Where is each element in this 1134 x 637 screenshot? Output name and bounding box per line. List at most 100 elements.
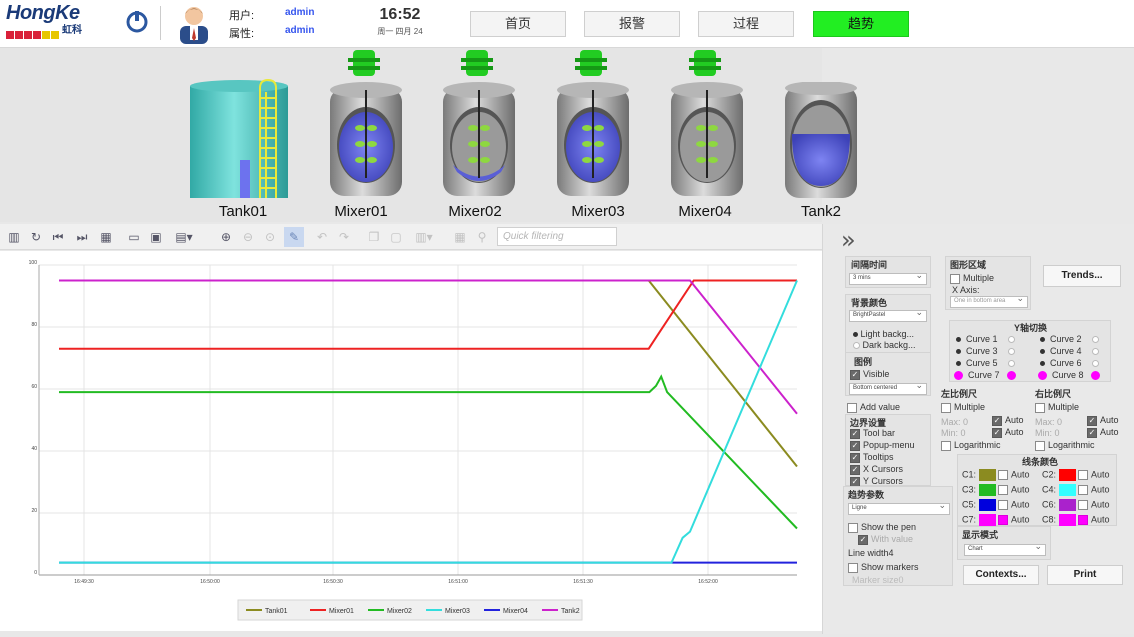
legend-label: Mixer03 <box>445 608 470 615</box>
curve-3[interactable]: Curve 3 <box>956 346 1015 356</box>
curve-4[interactable]: Curve 4 <box>1040 346 1099 356</box>
mixer01-graphic[interactable] <box>328 50 404 202</box>
interval-select[interactable]: 3 mins <box>849 271 927 285</box>
swatch-c1[interactable] <box>978 469 996 481</box>
curve-5[interactable]: Curve 5 <box>956 358 1015 368</box>
curve-7[interactable]: Curve 7 <box>954 370 1017 381</box>
step-forward-icon[interactable]: ⏭ <box>72 227 92 247</box>
curve-2[interactable]: Curve 2 <box>1040 334 1099 344</box>
copy-icon[interactable]: ❐ <box>364 227 384 247</box>
opt-popup[interactable]: ✓ Popup-menu <box>850 440 915 451</box>
color-c3[interactable]: C3: Auto <box>962 484 1030 496</box>
add-value[interactable]: Add value <box>847 402 900 413</box>
contexts-button[interactable]: Contexts... <box>963 565 1039 585</box>
xaxis-select[interactable]: One in bottom area <box>950 294 1028 308</box>
nav-alarm[interactable]: 报警 <box>584 11 680 37</box>
swatch-c5[interactable] <box>978 499 996 511</box>
color-c5[interactable]: C5: Auto <box>962 499 1030 511</box>
equipment-area: Tank01 Mixer01 Mixer02 Mixer03 Mixer04 T… <box>0 48 857 222</box>
table-icon[interactable]: ▦ <box>450 227 470 247</box>
nav-trend[interactable]: 趋势 <box>813 11 909 37</box>
curve-8[interactable]: Curve 8 <box>1038 370 1101 381</box>
calendar-icon[interactable]: ▦ <box>96 227 116 247</box>
swatch-c2[interactable] <box>1058 469 1076 481</box>
left-log[interactable]: Logarithmic <box>941 440 1001 451</box>
nav-home[interactable]: 首页 <box>470 11 566 37</box>
legend-visible[interactable]: ✓ Visible <box>850 369 889 380</box>
color-c8[interactable]: C8: Auto <box>1042 514 1110 526</box>
label-tank01: Tank01 <box>218 203 268 220</box>
light-bg-radio[interactable]: Light backg... <box>853 329 914 339</box>
x-tick-label: 16:50:00 <box>200 579 220 585</box>
left-multiple[interactable]: Multiple <box>941 402 985 413</box>
tank2-graphic[interactable] <box>783 82 859 202</box>
trend-select[interactable]: Ligne <box>848 501 950 515</box>
mixer03-graphic[interactable] <box>555 50 631 202</box>
collapse-icon[interactable]: » <box>841 226 856 254</box>
show-markers[interactable]: Show markers <box>848 562 919 573</box>
swatch-c4[interactable] <box>1058 484 1076 496</box>
trends-button[interactable]: Trends... <box>1043 265 1121 287</box>
tank01-graphic[interactable] <box>188 78 290 202</box>
swatch-c6[interactable] <box>1058 499 1076 511</box>
paste-icon[interactable]: ▢ <box>386 227 406 247</box>
color-c1[interactable]: C1: Auto <box>962 469 1030 481</box>
quick-filter-input[interactable]: Quick filtering <box>497 227 617 246</box>
y-tick-label: 0 <box>34 570 37 576</box>
opt-xcursors[interactable]: ✓ X Cursors <box>850 464 903 475</box>
pause-icon[interactable]: ▥ <box>4 227 24 247</box>
step-back-icon[interactable]: ⏮ <box>48 227 68 247</box>
swatch-c8[interactable] <box>1058 514 1076 526</box>
color-c4[interactable]: C4: Auto <box>1042 484 1110 496</box>
zoom-in-icon[interactable]: ⊕ <box>216 227 236 247</box>
legend-pos-select[interactable]: Bottom centered <box>849 381 927 395</box>
legend-label: Mixer01 <box>329 608 354 615</box>
open-icon[interactable]: ▭ <box>124 227 144 247</box>
color-c7[interactable]: C7: Auto <box>962 514 1030 526</box>
right-max-auto[interactable]: ✓ Auto <box>1087 415 1119 426</box>
trend-chart[interactable]: 16:49:30 16:50:00 16:50:30 16:51:00 16:51:30… <box>0 251 822 631</box>
print-button[interactable]: Print <box>1047 565 1123 585</box>
dark-bg-radio[interactable]: Dark backg... <box>853 340 916 350</box>
curve-6[interactable]: Curve 6 <box>1040 358 1099 368</box>
avatar[interactable] <box>174 2 214 44</box>
nav-process[interactable]: 过程 <box>698 11 794 37</box>
opt-tooltips[interactable]: ✓ Tooltips <box>850 452 894 463</box>
interval-group: 间隔时间 3 mins <box>845 256 931 288</box>
curve-1[interactable]: Curve 1 <box>956 334 1015 344</box>
right-min-auto[interactable]: ✓ Auto <box>1087 427 1119 438</box>
zoom-reset-icon[interactable]: ⊙ <box>260 227 280 247</box>
area-multiple[interactable]: Multiple <box>950 273 994 284</box>
swatch-c7[interactable] <box>978 514 996 526</box>
opt-toolbar[interactable]: ✓ Tool bar <box>850 428 895 439</box>
right-multiple[interactable]: Multiple <box>1035 402 1079 413</box>
filter-icon[interactable]: ⚲ <box>472 227 492 247</box>
left-min: Min: 0 <box>941 428 966 438</box>
refresh-icon[interactable]: ↻ <box>26 227 46 247</box>
pen-icon[interactable]: ✎ <box>284 227 304 247</box>
color-c2[interactable]: C2: Auto <box>1042 469 1110 481</box>
save-icon[interactable]: ▣ <box>146 227 166 247</box>
color-c6[interactable]: C6: Auto <box>1042 499 1110 511</box>
layout-icon[interactable]: ▥▾ <box>414 227 434 247</box>
line-width: Line width4 <box>848 548 894 558</box>
clock-date: 周一 四月 24 <box>377 27 423 36</box>
swatch-c3[interactable] <box>978 484 996 496</box>
with-value[interactable]: ✓ With value <box>858 534 913 545</box>
bg-select[interactable]: BrightPastel <box>849 308 927 322</box>
undo-icon[interactable]: ↶ <box>312 227 332 247</box>
trend-param-title: 趋势参数 <box>848 490 885 500</box>
show-pen[interactable]: Show the pen <box>848 522 916 533</box>
mixer02-graphic[interactable] <box>441 50 517 202</box>
left-min-auto[interactable]: ✓ Auto <box>992 427 1024 438</box>
clock-time: 16:52 <box>379 6 421 23</box>
line-color-title: 线条颜色 <box>1022 457 1059 467</box>
power-icon[interactable] <box>124 9 150 35</box>
right-log[interactable]: Logarithmic <box>1035 440 1095 451</box>
columns-icon[interactable]: ▤▾ <box>174 227 194 247</box>
mixer04-graphic[interactable] <box>669 50 745 202</box>
display-select[interactable]: Chart <box>964 542 1046 556</box>
redo-icon[interactable]: ↷ <box>334 227 354 247</box>
zoom-out-icon[interactable]: ⊖ <box>238 227 258 247</box>
left-max-auto[interactable]: ✓ Auto <box>992 415 1024 426</box>
